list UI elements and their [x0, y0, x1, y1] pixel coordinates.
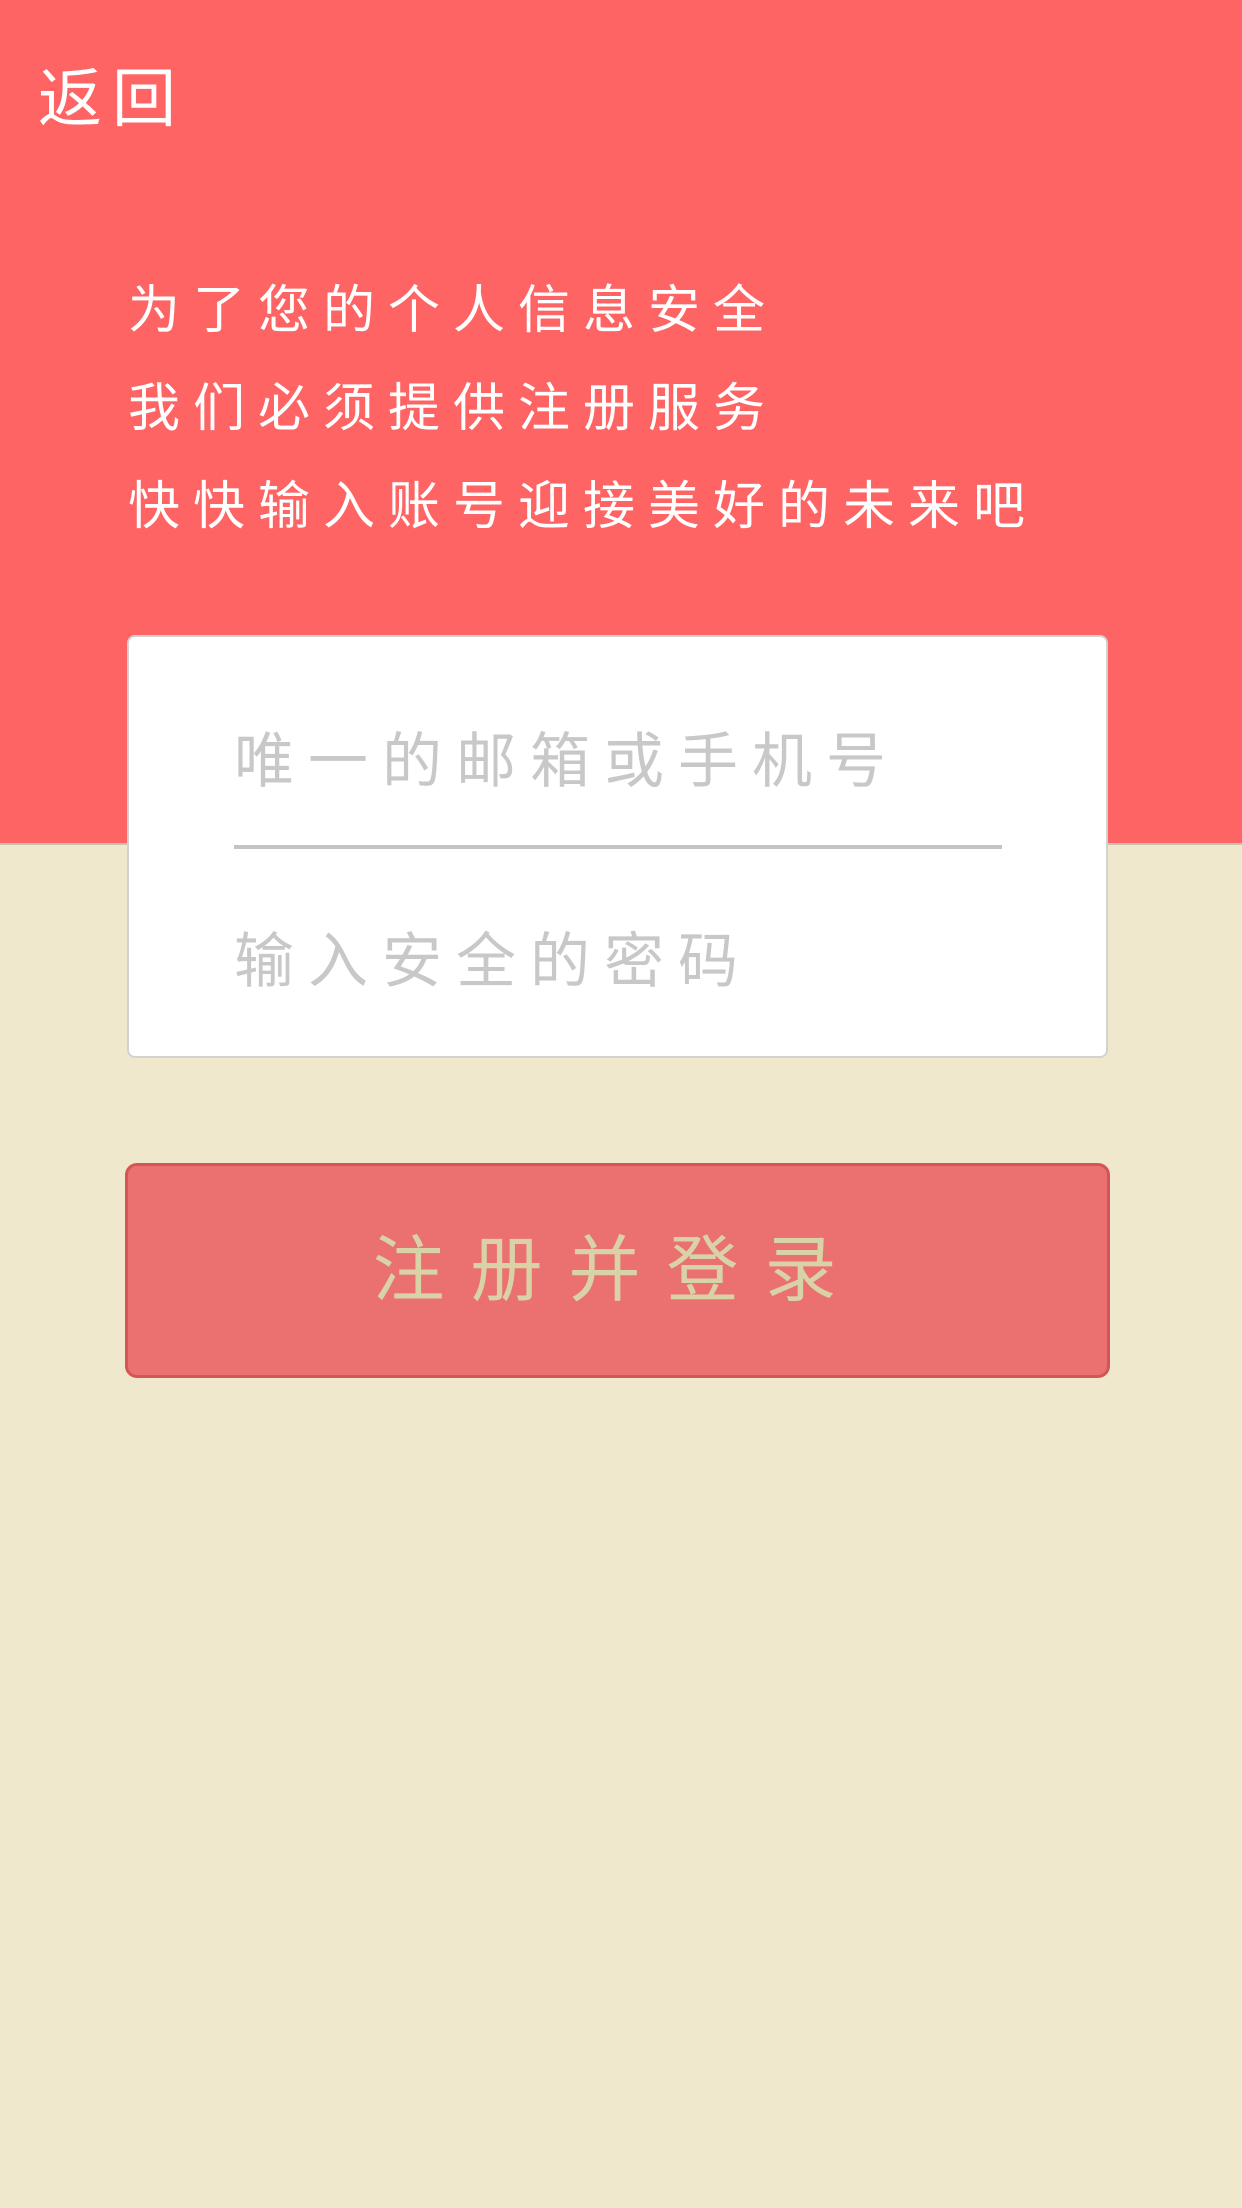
- password-input[interactable]: [234, 902, 1002, 1022]
- intro-line-3: 快快输入账号迎接美好的未来吧: [128, 477, 1039, 537]
- back-button[interactable]: 返回: [38, 60, 186, 140]
- intro-message: 为了您的个人信息安全 我们必须提供注册服务 快快输入账号迎接美好的未来吧: [128, 262, 1128, 556]
- field-divider: [234, 845, 1002, 849]
- register-page: 返回 为了您的个人信息安全 我们必须提供注册服务 快快输入账号迎接美好的未来吧 …: [0, 0, 1242, 2208]
- intro-line-2: 我们必须提供注册服务: [128, 379, 779, 439]
- account-input[interactable]: [234, 702, 1002, 822]
- register-login-button[interactable]: 注册并登录: [125, 1163, 1110, 1378]
- intro-line-1: 为了您的个人信息安全: [128, 281, 779, 341]
